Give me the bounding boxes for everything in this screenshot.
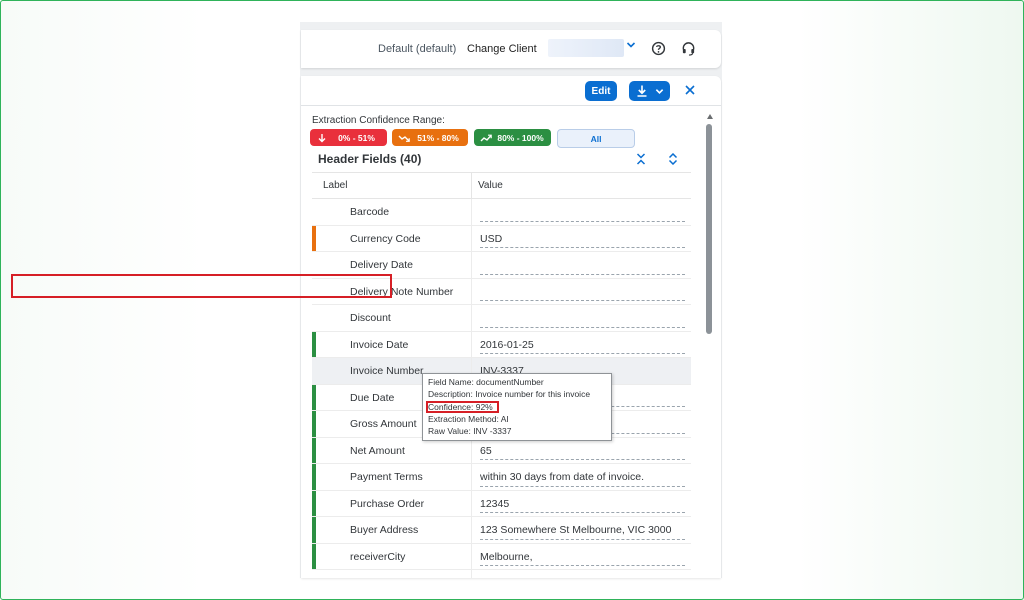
download-menu-button[interactable]: [629, 81, 670, 101]
value-input-underline: [480, 459, 685, 460]
confidence-filter-medium[interactable]: 51% - 80%: [392, 129, 468, 146]
chevron-down-icon[interactable]: [626, 40, 636, 50]
collapse-icon[interactable]: [635, 153, 647, 165]
tooltip-field-name: Field Name: documentNumber: [428, 377, 544, 387]
field-value[interactable]: 65: [480, 445, 492, 457]
field-label: Delivery Date: [350, 259, 414, 271]
confidence-indicator: [312, 437, 316, 463]
value-input-underline: [480, 247, 685, 248]
confidence-indicator: [312, 570, 316, 578]
table-row[interactable]: Barcode: [312, 199, 691, 226]
confidence-indicator: [312, 384, 316, 410]
environment-label: Default (default): [378, 43, 457, 55]
confidence-indicator: [312, 331, 316, 357]
value-input-underline: [480, 565, 685, 566]
field-value[interactable]: Melbourne,: [480, 551, 533, 563]
field-label: Gross Amount: [350, 418, 417, 430]
field-label: receiverCity: [350, 550, 406, 563]
field-value[interactable]: USD: [480, 233, 502, 245]
confidence-indicator: [312, 464, 316, 490]
trend-up-icon: [480, 134, 492, 141]
field-label: Buyer Address: [350, 524, 419, 536]
value-input-underline: [480, 512, 685, 513]
confidence-indicator: [312, 305, 316, 331]
field-label: Purchase Order: [350, 497, 425, 510]
chevron-down-icon: [655, 89, 664, 94]
expand-icon[interactable]: [667, 153, 679, 165]
table-row[interactable]: receiverCity Melbourne,: [312, 543, 691, 570]
table-row[interactable]: Delivery Note Number: [312, 278, 691, 305]
value-input-underline: [480, 300, 685, 301]
value-input-underline: [480, 273, 685, 275]
panel-toolbar: Edit: [301, 76, 721, 106]
confidence-indicator: [312, 279, 316, 305]
tooltip-extraction-method: Extraction Method: AI: [428, 414, 509, 424]
table-row[interactable]: Discount: [312, 305, 691, 332]
confidence-indicator: [312, 517, 316, 543]
tooltip-confidence: Confidence: 92%: [428, 402, 493, 412]
confidence-filter-high[interactable]: 80% - 100%: [474, 129, 551, 146]
field-value[interactable]: 12345: [480, 498, 509, 510]
client-select[interactable]: [548, 39, 624, 57]
table-header: Label Value: [312, 172, 691, 199]
confidence-indicator: [312, 225, 316, 251]
confidence-indicator: [312, 411, 316, 437]
field-value[interactable]: 2016-01-25: [480, 339, 534, 351]
field-label: Currency Code: [350, 232, 421, 245]
table-row[interactable]: Payment Terms within 30 days from date of…: [312, 464, 691, 491]
tooltip-raw-value: Raw Value: INV -3337: [428, 426, 512, 436]
edit-button[interactable]: Edit: [585, 81, 617, 101]
confidence-indicator: [312, 490, 316, 516]
close-icon[interactable]: [684, 84, 696, 96]
value-input-underline: [480, 220, 685, 222]
document-panel: Edit Extraction Confidence Range: 0% - 5…: [301, 76, 721, 578]
scrollbar-thumb[interactable]: [706, 124, 712, 334]
header-fields-title: Header Fields (40): [318, 152, 422, 166]
field-label: Due Date: [350, 391, 395, 404]
confidence-indicator: [312, 358, 316, 384]
confidence-filter-low[interactable]: 0% - 51%: [310, 129, 387, 146]
table-row[interactable]: Buyer Address 123 Somewhere St Melbourne,…: [312, 517, 691, 544]
value-input-underline: [480, 485, 685, 487]
confidence-range-label: Extraction Confidence Range:: [312, 115, 445, 126]
field-label: Invoice Date: [350, 338, 409, 351]
field-value[interactable]: within 30 days from date of invoice.: [480, 471, 644, 483]
value-input-underline: [480, 326, 685, 328]
field-value[interactable]: 123 Somewhere St Melbourne, VIC 3000: [480, 524, 671, 536]
field-label: Delivery Note Number: [350, 285, 454, 298]
value-input-underline: [480, 538, 685, 540]
confidence-indicator: [312, 252, 316, 278]
field-label: Payment Terms: [350, 471, 423, 483]
confidence-filter-all[interactable]: All: [557, 129, 635, 148]
help-icon[interactable]: [651, 41, 666, 56]
shell-bar: Default (default) Change Client: [301, 30, 721, 68]
arrow-down-icon: [318, 133, 326, 142]
field-info-tooltip: Field Name: documentNumber Description: …: [422, 373, 612, 441]
column-header-label[interactable]: Label: [323, 180, 347, 191]
confidence-indicator: [312, 543, 316, 569]
download-icon: [637, 85, 647, 97]
change-client-link[interactable]: Change Client: [467, 43, 537, 55]
table-row[interactable]: Net Amount 65: [312, 437, 691, 464]
column-header-value[interactable]: Value: [478, 180, 503, 191]
table-row[interactable]: Buyer Contact: [312, 570, 691, 578]
scroll-up-arrow[interactable]: [707, 114, 713, 119]
trend-down-icon: [398, 135, 410, 142]
headset-icon[interactable]: [681, 41, 696, 56]
table-row[interactable]: Currency Code USD: [312, 225, 691, 252]
tooltip-description: Description: Invoice number for this inv…: [428, 389, 591, 399]
table-row[interactable]: Invoice Date 2016-01-25: [312, 331, 691, 358]
table-row[interactable]: Purchase Order 12345: [312, 490, 691, 517]
confidence-indicator: [312, 199, 316, 225]
field-label: Invoice Number: [350, 365, 424, 377]
field-label: Buyer Contact: [350, 577, 417, 578]
field-label: Net Amount: [350, 444, 405, 457]
value-input-underline: [480, 353, 685, 354]
field-label: Discount: [350, 312, 391, 324]
field-label: Barcode: [350, 206, 390, 218]
table-row[interactable]: Delivery Date: [312, 252, 691, 279]
